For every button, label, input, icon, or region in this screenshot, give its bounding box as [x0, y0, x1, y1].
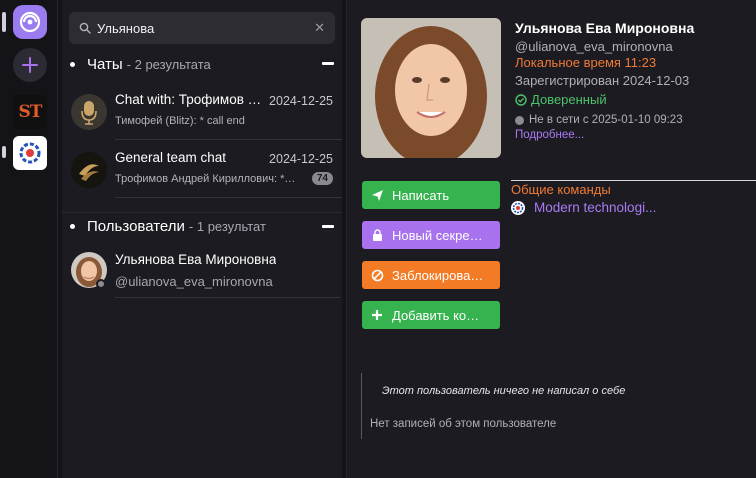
- user-result-item[interactable]: Ульянова Ева Мироновна @ulianova_eva_mir…: [62, 242, 342, 298]
- offline-status-icon: [515, 115, 524, 125]
- server-it-button[interactable]: [13, 136, 47, 170]
- common-teams-title: Общие команды: [511, 182, 611, 197]
- plus-icon: [22, 57, 38, 73]
- user-profile-panel: Ульянова Ева Мироновна @ulianova_eva_mir…: [346, 0, 756, 478]
- trusted-status: Доверенный: [515, 92, 607, 107]
- bullet-icon: [70, 61, 75, 67]
- search-icon: [79, 22, 91, 34]
- profile-name: Ульянова Ева Мироновна: [515, 20, 695, 36]
- chat-result-item[interactable]: Chat with: Трофимов … 2024-12-25 Тимофей…: [62, 84, 342, 140]
- button-label: Заблокирова…: [392, 267, 484, 283]
- button-label: Добавить ко…: [392, 307, 480, 323]
- unread-badge: 74: [311, 172, 333, 185]
- button-label: Написать: [392, 187, 450, 203]
- more-details-link[interactable]: Подробнее...: [515, 129, 584, 141]
- plus-icon: [370, 309, 384, 321]
- app-logo-button[interactable]: [13, 5, 47, 39]
- collapse-icon[interactable]: [322, 225, 334, 228]
- block-user-button[interactable]: Заблокирова…: [362, 261, 500, 289]
- close-icon[interactable]: ✕: [314, 20, 325, 36]
- section-title: Чаты: [87, 55, 123, 73]
- user-name: Ульянова Ева Мироновна: [115, 252, 277, 267]
- row-divider: [115, 297, 340, 298]
- search-results-panel: ✕ Чаты - 2 результата Chat with: Трофимо…: [62, 0, 342, 478]
- active-indicator: [2, 12, 6, 32]
- user-handle: @ulianova_eva_mironovna: [115, 274, 273, 289]
- last-seen-label: Не в сети с 2025-01-10 09:23: [529, 114, 683, 126]
- section-count: - 1 результат: [188, 219, 266, 234]
- profile-handle: @ulianova_eva_mironovna: [515, 39, 673, 54]
- lock-icon: [370, 229, 384, 241]
- section-count: - 2 результата: [126, 56, 211, 72]
- server-rail: ST: [0, 0, 58, 478]
- no-records-text: Нет записей об этом пользователе: [370, 418, 557, 430]
- add-server-button[interactable]: [13, 48, 47, 82]
- chat-name: General team chat: [115, 150, 227, 165]
- chat-name: Chat with: Трофимов …: [115, 92, 262, 107]
- about-text: Этот пользователь ничего не написал о се…: [382, 385, 626, 397]
- add-contact-button[interactable]: Добавить ко…: [362, 301, 500, 329]
- chat-preview: Тимофей (Blitz): * call end: [115, 115, 245, 127]
- unread-indicator: [2, 146, 6, 158]
- chat-preview: Трофимов Андрей Кириллович: *…: [115, 173, 296, 185]
- chat-result-item[interactable]: General team chat 2024-12-25 Трофимов Ан…: [62, 142, 342, 198]
- app-logo-icon: [19, 11, 41, 33]
- registered-date: Зарегистрирован 2024-12-03: [515, 73, 690, 88]
- search-box[interactable]: ✕: [69, 12, 335, 44]
- block-icon: [370, 269, 384, 282]
- chat-avatar: [71, 94, 107, 130]
- chats-section-header[interactable]: Чаты - 2 результата: [62, 50, 342, 78]
- write-message-button[interactable]: Написать: [362, 181, 500, 209]
- divider: [511, 180, 756, 181]
- local-time: Локальное время 11:23: [515, 55, 657, 70]
- check-circle-icon: [515, 93, 527, 106]
- chat-avatar: [71, 152, 107, 188]
- row-divider: [115, 139, 342, 140]
- it-community-icon: [19, 142, 41, 164]
- about-quote-bar: [361, 373, 362, 439]
- st-community-icon: ST: [18, 102, 43, 122]
- row-divider: [115, 197, 342, 198]
- collapse-icon[interactable]: [322, 62, 334, 65]
- microphone-icon: [71, 94, 107, 130]
- bullet-icon: [70, 224, 75, 229]
- send-icon: [370, 189, 384, 202]
- trusted-label: Доверенный: [531, 92, 607, 107]
- profile-photo[interactable]: [361, 18, 501, 158]
- team-logo-icon: [511, 200, 525, 215]
- search-input[interactable]: [97, 20, 315, 36]
- profile-photo-icon: [361, 18, 501, 158]
- section-title: Пользователи: [87, 218, 185, 235]
- server-st-button[interactable]: ST: [13, 95, 47, 129]
- offline-status-icon: [96, 279, 106, 289]
- chat-date: 2024-12-25: [269, 94, 333, 108]
- users-section-header[interactable]: Пользователи - 1 результат: [62, 212, 342, 240]
- chat-date: 2024-12-25: [269, 152, 333, 166]
- new-secret-chat-button[interactable]: Новый секре…: [362, 221, 500, 249]
- team-logo-icon: [71, 152, 107, 188]
- team-name: Modern technologi...: [534, 200, 657, 215]
- last-seen: Не в сети с 2025-01-10 09:23: [515, 114, 683, 126]
- button-label: Новый секре…: [392, 227, 483, 243]
- common-team-item[interactable]: Modern technologi...: [511, 200, 656, 215]
